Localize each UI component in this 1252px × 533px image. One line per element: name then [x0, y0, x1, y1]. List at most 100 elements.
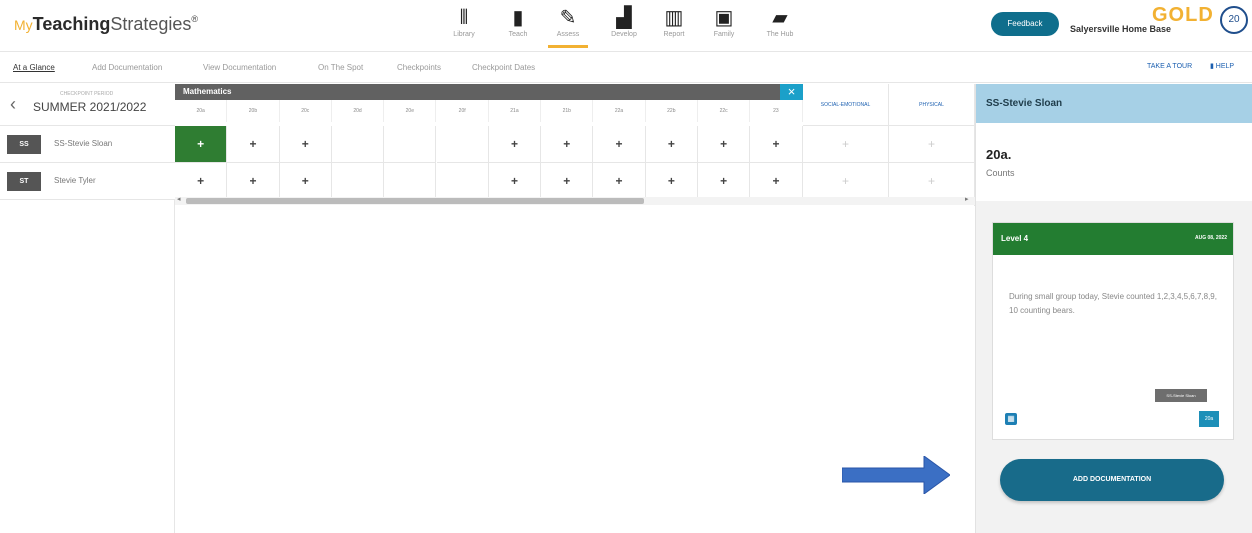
mathematics-header: Mathematics — [175, 84, 803, 100]
subnav-link[interactable]: Add Documentation — [92, 63, 162, 72]
teaching-strategies-logo[interactable]: MyTeachingStrategies® — [14, 14, 198, 35]
nav-library[interactable]: ⫴ Library — [444, 6, 484, 48]
checkpoint-cell[interactable]: + — [593, 163, 646, 200]
student-name: Stevie Tyler — [54, 176, 96, 185]
checkpoint-cell[interactable] — [436, 126, 489, 163]
library-icon: ⫴ — [459, 7, 469, 29]
horizontal-scrollbar[interactable]: ◂ ▸ — [175, 195, 975, 205]
checkpoint-cell[interactable]: + — [698, 163, 751, 200]
column-header: 21a — [489, 100, 542, 122]
nav-the-hub[interactable]: ▰ The Hub — [760, 6, 800, 48]
checkpoint-cell[interactable] — [331, 126, 385, 163]
card-header: Level 4 AUG 08, 2022 — [993, 223, 1233, 255]
sub-navigation: At a Glance Add Documentation View Documen… — [0, 53, 1252, 83]
documentation-panel: SS-Stevie Sloan 20a. Counts Level 4 AUG … — [975, 84, 1252, 533]
student-avatar: SS — [7, 135, 41, 154]
student-row[interactable]: ST Stevie Tyler — [0, 163, 175, 200]
documentation-card[interactable]: Level 4 AUG 08, 2022 During small group … — [992, 222, 1234, 440]
domain-cell[interactable]: + — [889, 163, 975, 200]
help-link[interactable]: ▮ HELP — [1210, 62, 1234, 70]
domain-cell[interactable]: + — [803, 126, 889, 163]
checkpoint-cell[interactable]: + — [645, 126, 698, 163]
checkpoint-cell[interactable]: + — [279, 163, 332, 200]
checkpoint-cell[interactable]: + — [541, 163, 594, 200]
grid-title: Mathematics — [183, 87, 232, 96]
documentation-note: During small group today, Stevie counted… — [1009, 292, 1217, 315]
top-navigation: MyTeachingStrategies® ⫴ Library ▮ Teach ✎ Ass… — [0, 0, 1252, 52]
checkpoint-cell[interactable]: + — [488, 126, 542, 163]
checkpoint-cell[interactable]: + — [227, 126, 280, 163]
column-header: 23 — [750, 100, 803, 122]
domain-cell[interactable]: + — [803, 163, 889, 200]
nav-label: The Hub — [766, 31, 794, 38]
checkpoint-cell[interactable]: + — [750, 163, 803, 200]
scroll-left-icon[interactable]: ◂ — [177, 195, 181, 203]
checkpoint-cell[interactable]: + — [175, 126, 228, 163]
gold-badge-number: 20 — [1228, 14, 1240, 25]
arrow-right-icon — [842, 456, 950, 494]
feedback-label: Feedback — [1007, 19, 1043, 28]
column-header: 20c — [280, 100, 332, 122]
nav-label: Assess — [556, 31, 580, 38]
checkpoint-cell[interactable]: + — [175, 163, 228, 200]
gold-logo: GOLD — [1152, 4, 1214, 26]
period-label: CHECKPOINT PERIOD — [60, 91, 114, 97]
domain-header[interactable]: PHYSICAL — [889, 84, 975, 126]
checkpoint-cell[interactable] — [331, 163, 385, 200]
nav-family[interactable]: ▣ Family — [704, 6, 744, 48]
documentation-date: AUG 08, 2022 — [1195, 235, 1227, 241]
checkpoint-cell[interactable] — [384, 163, 437, 200]
column-header: 20a — [175, 100, 228, 122]
objective-info: 20a. Counts — [976, 123, 1252, 201]
hub-icon: ▰ — [772, 7, 788, 29]
checkpoint-cell[interactable]: + — [645, 163, 698, 200]
checkpoint-period-selector[interactable]: ‹ CHECKPOINT PERIOD SUMMER 2021/2022 — [0, 84, 175, 126]
feedback-button[interactable]: Feedback — [991, 12, 1059, 36]
column-header: 22a — [593, 100, 646, 122]
scrollbar-thumb[interactable] — [186, 198, 644, 204]
checkpoint-cell[interactable]: + — [698, 126, 751, 163]
student-tag-badge: SS-Stevie Sloan — [1155, 389, 1207, 402]
domain-header[interactable]: SOCIAL-EMOTIONAL — [803, 84, 889, 126]
logo-strategies: Strategies — [110, 14, 192, 34]
column-header: 20e — [384, 100, 437, 122]
checkpoint-cell[interactable] — [436, 163, 489, 200]
subnav-link[interactable]: On The Spot — [318, 63, 363, 72]
assess-icon: ✎ — [559, 7, 577, 29]
left-column-fill — [0, 200, 175, 533]
checkpoint-cell[interactable]: + — [488, 163, 542, 200]
family-icon: ▣ — [714, 7, 734, 29]
nav-assess[interactable]: ✎ Assess — [548, 6, 588, 48]
domain-cell[interactable]: + — [889, 126, 975, 163]
report-icon: ▥ — [664, 7, 684, 29]
checkpoint-cell[interactable]: + — [227, 163, 280, 200]
checkpoint-cell[interactable]: + — [593, 126, 646, 163]
column-header: 22b — [646, 100, 698, 122]
student-row[interactable]: SS SS-Stevie Sloan — [0, 126, 175, 163]
nav-teach[interactable]: ▮ Teach — [498, 6, 538, 48]
photo-icon[interactable]: ▦ — [1005, 413, 1017, 425]
column-header: 22c — [698, 100, 751, 122]
checkpoint-cell[interactable]: + — [541, 126, 594, 163]
chevron-left-icon[interactable]: ‹ — [10, 94, 16, 115]
nav-label: Report — [663, 31, 685, 38]
add-documentation-button[interactable]: ADD DOCUMENTATION — [1000, 459, 1224, 501]
panel-student-name: SS-Stevie Sloan — [976, 84, 1252, 123]
subnav-link[interactable]: At a Glance — [13, 63, 55, 72]
close-icon[interactable]: × — [780, 84, 803, 100]
checkpoint-cell[interactable]: + — [279, 126, 332, 163]
gold-badge-icon[interactable]: 20 — [1220, 6, 1248, 34]
subnav-link[interactable]: Checkpoints — [397, 63, 441, 72]
subnav-link[interactable]: View Documentation — [203, 63, 276, 72]
objective-tag-badge: 20a — [1199, 411, 1219, 427]
nav-label: Develop — [611, 31, 637, 38]
checkpoint-grid: Mathematics × 20a 20b 20c 20d 20e 20f 21a 21b 22… — [175, 84, 975, 206]
subnav-link[interactable]: Checkpoint Dates — [472, 63, 535, 72]
checkpoint-cell[interactable] — [384, 126, 437, 163]
develop-icon: ▟ — [616, 7, 632, 29]
scroll-right-icon[interactable]: ▸ — [965, 195, 969, 203]
nav-report[interactable]: ▥ Report — [654, 6, 694, 48]
nav-develop[interactable]: ▟ Develop — [604, 6, 644, 48]
checkpoint-cell[interactable]: + — [750, 126, 803, 163]
take-a-tour-link[interactable]: TAKE A TOUR — [1147, 63, 1192, 70]
